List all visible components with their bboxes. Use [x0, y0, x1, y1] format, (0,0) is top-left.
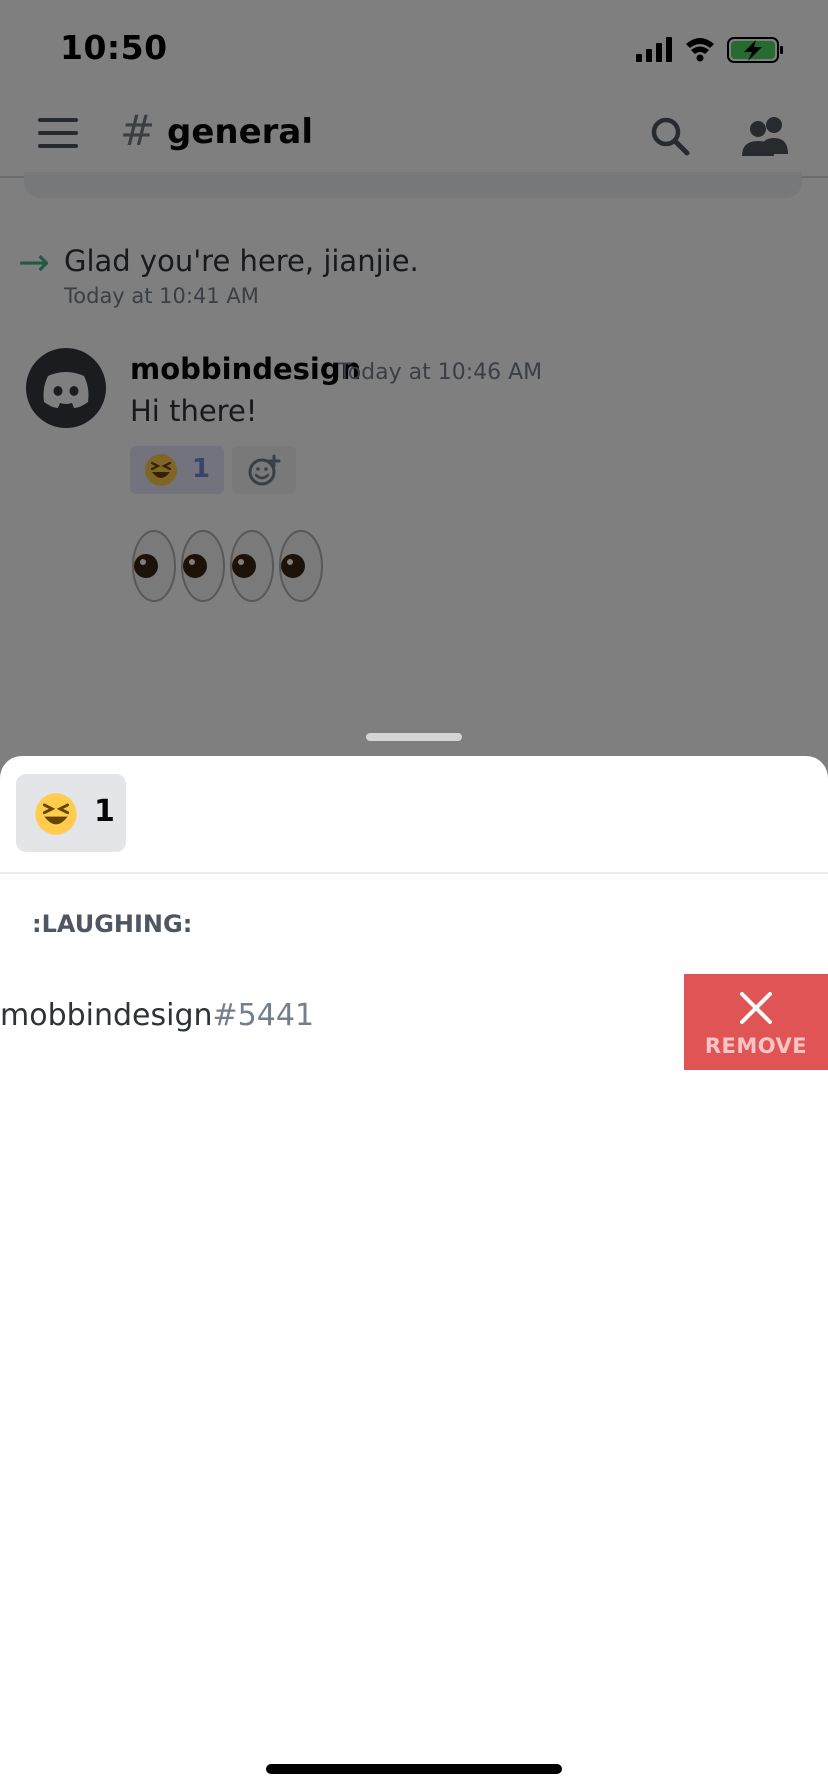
chat-background: 10:50 # [0, 0, 828, 790]
reaction-tabs: 1 [0, 756, 828, 874]
tab-count: 1 [94, 794, 115, 829]
dim-overlay[interactable] [0, 0, 828, 790]
home-indicator[interactable] [266, 1764, 562, 1774]
remove-label: REMOVE [704, 1034, 808, 1058]
section-title: :LAUGHING: [32, 910, 193, 938]
sheet-drag-handle[interactable] [366, 733, 462, 741]
user-discriminator: #5441 [212, 998, 315, 1033]
username: mobbindesign [0, 998, 213, 1033]
remove-button[interactable]: REMOVE [684, 974, 828, 1070]
laughing-emoji-icon [35, 793, 77, 835]
tab-laughing[interactable]: 1 [16, 774, 126, 852]
screen: 10:50 # [0, 0, 828, 1792]
list-item[interactable]: mobbindesign#5441 REMOVE [0, 974, 828, 1070]
close-icon [740, 992, 772, 1024]
reactions-sheet: 1 :LAUGHING: mobbindesign#5441 REMOVE [0, 756, 828, 1792]
user-name: mobbindesign#5441 [0, 998, 314, 1033]
